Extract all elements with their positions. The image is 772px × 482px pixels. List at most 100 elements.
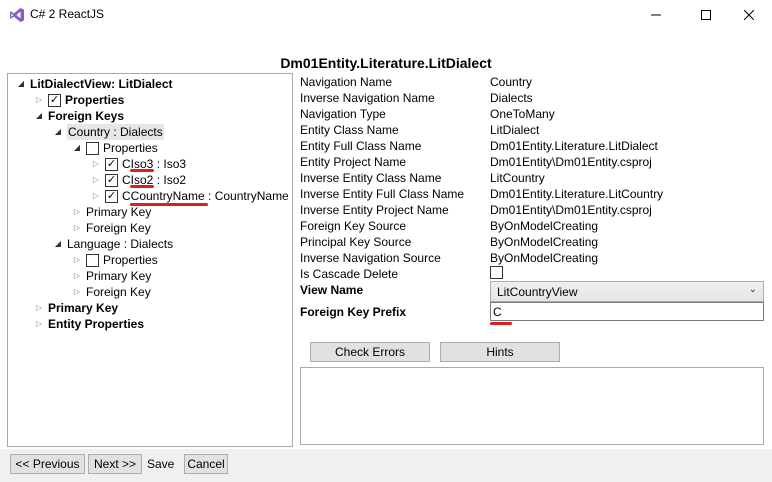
prop-value: Dialects [490, 91, 533, 105]
prop-label: Inverse Entity Project Name [300, 203, 449, 217]
tree-node-language-primary-key[interactable]: ▷ Primary Key [72, 268, 151, 284]
tree-label-language-primary-key: Primary Key [86, 269, 152, 283]
collapsed-arrow-icon[interactable]: ▷ [34, 92, 44, 108]
ciso3-type: : Iso3 [153, 157, 187, 171]
expanded-arrow-icon[interactable]: ◢ [34, 108, 44, 124]
tree-node-root[interactable]: ◢ LitDialectView: LitDialect [16, 76, 173, 92]
navigation-tree[interactable]: ◢ LitDialectView: LitDialect ▷ ✓ Propert… [7, 73, 293, 447]
collapsed-arrow-icon[interactable]: ▷ [91, 156, 101, 172]
prop-value: LitDialect [490, 123, 540, 137]
next-button[interactable]: Next >> [88, 454, 142, 474]
tree-label-properties: Properties [65, 93, 125, 107]
ccountryname-name: CCountryName [122, 189, 205, 203]
prop-label: Principal Key Source [300, 235, 412, 249]
prop-value: Dm01Entity.Literature.LitDialect [490, 139, 658, 153]
collapsed-arrow-icon[interactable]: ▷ [34, 316, 44, 332]
prop-label: Navigation Name [300, 75, 393, 89]
window-title: C# 2 ReactJS [30, 7, 105, 21]
tree-node-primary-key[interactable]: ▷ Primary Key [34, 300, 118, 316]
prop-value: Dm01Entity.Literature.LitCountry [490, 187, 664, 201]
collapsed-arrow-icon[interactable]: ▷ [72, 252, 82, 268]
expanded-arrow-icon[interactable]: ◢ [16, 76, 26, 92]
tree-label-ccountryname: CCountryName : CountryName [122, 188, 289, 204]
prop-value: Dm01Entity\Dm01Entity.csproj [490, 155, 652, 169]
language-properties-checkbox[interactable] [86, 253, 99, 267]
prop-value: LitCountry [490, 171, 545, 185]
prop-label: Entity Project Name [300, 155, 407, 169]
tree-node-language-foreign-key[interactable]: ▷ Foreign Key [72, 284, 151, 300]
annotation-underline [130, 169, 154, 172]
collapsed-arrow-icon[interactable]: ▷ [72, 220, 82, 236]
collapsed-arrow-icon[interactable]: ▷ [72, 204, 82, 220]
tree-label-country-primary-key: Primary Key [86, 205, 152, 219]
title-bar: C# 2 ReactJS [0, 0, 772, 30]
collapsed-arrow-icon[interactable]: ▷ [72, 284, 82, 300]
tree-node-properties[interactable]: ▷ ✓ Properties [34, 92, 124, 108]
maximize-icon [701, 10, 711, 20]
tree-node-country-properties[interactable]: ◢ Properties [72, 140, 158, 156]
prop-label: Entity Class Name [300, 123, 399, 137]
previous-button[interactable]: << Previous [10, 454, 85, 474]
collapsed-arrow-icon[interactable]: ▷ [91, 172, 101, 188]
prop-label: Inverse Navigation Name [300, 91, 435, 105]
prop-value: ByOnModelCreating [490, 251, 599, 265]
tree-label-country: Country : Dialects [67, 124, 164, 140]
tree-label-language: Language : Dialects [67, 237, 174, 251]
minimize-icon [651, 14, 661, 16]
close-icon [744, 10, 754, 20]
annotation-underline [490, 322, 512, 325]
cascade-delete-checkbox[interactable] [490, 266, 503, 279]
ccountryname-type: : CountryName [204, 189, 289, 203]
tree-node-country[interactable]: ◢ Country : Dialects [53, 124, 164, 140]
annotation-underline [130, 185, 154, 188]
foreign-key-prefix-label: Foreign Key Prefix [300, 305, 407, 319]
collapsed-arrow-icon[interactable]: ▷ [91, 188, 101, 204]
expanded-arrow-icon[interactable]: ◢ [72, 140, 82, 156]
prop-value: ByOnModelCreating [490, 235, 599, 249]
maximize-button[interactable] [683, 0, 729, 30]
hints-button[interactable]: Hints [440, 342, 560, 362]
collapsed-arrow-icon[interactable]: ▷ [34, 300, 44, 316]
minimize-button[interactable] [633, 0, 679, 30]
prop-label: Inverse Entity Full Class Name [300, 187, 465, 201]
tree-node-entity-properties[interactable]: ▷ Entity Properties [34, 316, 144, 332]
ciso2-type: : Iso2 [153, 173, 187, 187]
annotation-underline [130, 203, 208, 206]
prop-label: Navigation Type [300, 107, 386, 121]
save-button[interactable]: Save [147, 456, 174, 472]
expanded-arrow-icon[interactable]: ◢ [53, 236, 63, 252]
tree-node-ccountryname[interactable]: ▷ ✓ CCountryName : CountryName [91, 188, 289, 204]
check-errors-button[interactable]: Check Errors [310, 342, 430, 362]
prop-value: Country [490, 75, 533, 89]
tree-label-primary-key: Primary Key [48, 301, 119, 315]
prop-label: Foreign Key Source [300, 219, 407, 233]
ciso3-checkbox[interactable]: ✓ [105, 157, 118, 171]
foreign-key-prefix-input[interactable] [490, 302, 764, 321]
prop-label: Entity Full Class Name [300, 139, 422, 153]
tree-node-country-foreign-key[interactable]: ▷ Foreign Key [72, 220, 151, 236]
prop-label: Inverse Navigation Source [300, 251, 441, 265]
properties-checkbox[interactable]: ✓ [48, 93, 61, 107]
tree-node-foreign-keys[interactable]: ◢ Foreign Keys [34, 108, 124, 124]
tree-node-language-properties[interactable]: ▷ Properties [72, 252, 158, 268]
ccountryname-checkbox[interactable]: ✓ [105, 189, 118, 203]
prop-label: Inverse Entity Class Name [300, 171, 442, 185]
tree-label-country-properties: Properties [103, 141, 158, 155]
ciso2-checkbox[interactable]: ✓ [105, 173, 118, 187]
output-area[interactable] [300, 367, 764, 445]
tree-node-language[interactable]: ◢ Language : Dialects [53, 236, 173, 252]
tree-label-language-foreign-key: Foreign Key [86, 285, 151, 299]
page-title: Dm01Entity.Literature.LitDialect [280, 55, 492, 71]
expanded-arrow-icon[interactable]: ◢ [53, 124, 63, 140]
view-name-value: LitCountryView [497, 284, 578, 299]
tree-label-country-foreign-key: Foreign Key [86, 221, 151, 235]
close-button[interactable] [726, 0, 772, 30]
view-name-label: View Name [300, 283, 364, 297]
view-name-dropdown[interactable]: LitCountryView ⌄ [490, 281, 764, 302]
tree-label-root: LitDialectView: LitDialect [30, 77, 173, 91]
collapsed-arrow-icon[interactable]: ▷ [72, 268, 82, 284]
tree-node-country-primary-key[interactable]: ▷ Primary Key [72, 204, 151, 220]
prop-value: ByOnModelCreating [490, 219, 599, 233]
cancel-button[interactable]: Cancel [184, 454, 228, 474]
country-properties-checkbox[interactable] [86, 141, 99, 155]
